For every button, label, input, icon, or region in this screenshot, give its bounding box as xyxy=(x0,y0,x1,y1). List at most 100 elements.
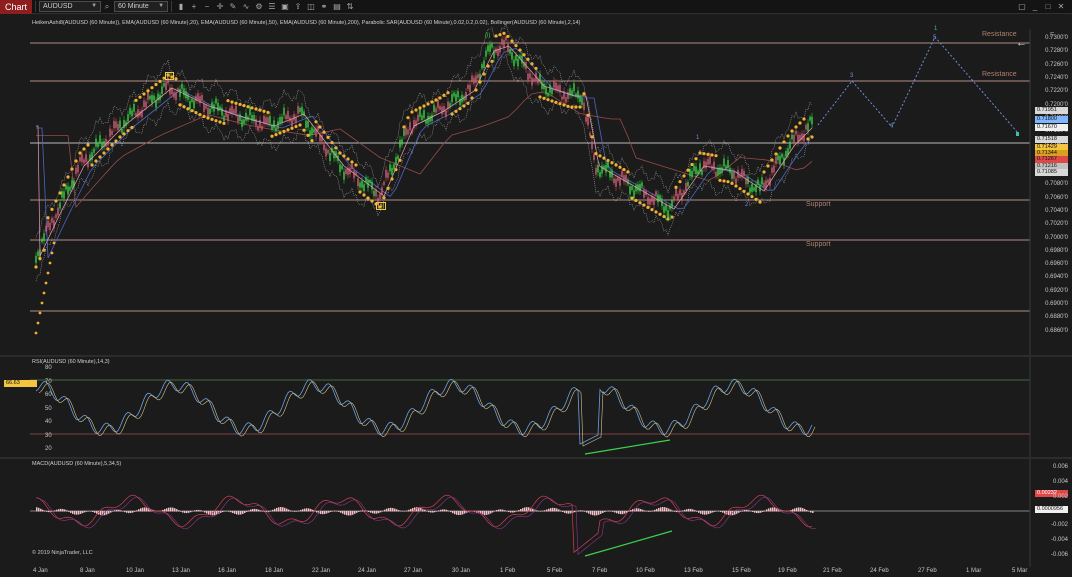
instrument-selector[interactable]: AUDUSD ▼ xyxy=(39,1,102,12)
macd-histogram-bar xyxy=(62,508,64,512)
sar-dot xyxy=(270,134,274,138)
interval-selector[interactable]: 60 Minute ▼ xyxy=(114,1,169,12)
candle-body xyxy=(387,172,389,178)
macd-chart-canvas[interactable] xyxy=(0,459,1072,567)
macd-histogram-bar xyxy=(134,511,136,512)
price-pane[interactable]: HeikenAshi8(AUDUSD (60 Minute)), EMA(AUD… xyxy=(0,15,1072,355)
search-icon[interactable]: ⌕ xyxy=(101,1,113,12)
macd-histogram-bar xyxy=(738,511,740,513)
candle-body xyxy=(329,153,331,161)
candle-body xyxy=(691,170,693,178)
sar-dot xyxy=(482,72,486,76)
candle-body xyxy=(595,167,597,175)
macd-histogram-bar xyxy=(806,510,808,512)
chart-toolbar: Chart AUDUSD ▼ ⌕ 60 Minute ▼ ▮ + − ✛ ✎ ∿… xyxy=(0,0,1072,14)
rsi-chart-canvas[interactable] xyxy=(0,357,1072,457)
layout-icon[interactable]: ▤ xyxy=(331,1,343,12)
bar-style-icon[interactable]: ▮ xyxy=(175,1,187,12)
sar-dot xyxy=(542,96,546,100)
candle-body xyxy=(671,199,673,208)
macd-histogram-bar xyxy=(444,509,446,512)
drawing-tools-icon[interactable]: ✎ xyxy=(227,1,239,12)
macd-histogram-bar xyxy=(206,511,208,514)
time-axis[interactable]: 4 Jan 8 Jan 10 Jan 13 Jan 16 Jan 18 Jan 22 Jan… xyxy=(0,567,1072,577)
macd-histogram-bar xyxy=(358,511,360,512)
indicators-icon[interactable]: ∿ xyxy=(240,1,252,12)
sar-dot xyxy=(302,128,306,132)
sar-dot xyxy=(698,151,702,155)
chart-tab[interactable]: Chart xyxy=(0,0,33,14)
macd-histogram-bar xyxy=(724,511,726,514)
snapshot-icon[interactable]: ▣ xyxy=(279,1,291,12)
sar-dot xyxy=(130,125,134,130)
macd-histogram-bar xyxy=(274,508,276,512)
candle-body xyxy=(531,77,533,86)
candle-body xyxy=(345,169,347,174)
macd-histogram-bar xyxy=(164,509,166,512)
sar-dot xyxy=(606,158,610,163)
candle-body xyxy=(193,100,195,109)
template-icon[interactable]: ◫ xyxy=(305,1,317,12)
macd-histogram-bar xyxy=(438,510,440,512)
maximize-icon[interactable]: □ xyxy=(1042,1,1054,12)
macd-histogram-bar xyxy=(504,510,506,512)
crosshair-icon[interactable]: ✛ xyxy=(214,1,226,12)
macd-histogram-bar xyxy=(440,509,442,512)
sar-dot xyxy=(66,175,70,179)
macd-histogram-bar xyxy=(424,509,426,512)
price-tick-label: 0.7080'0 xyxy=(1045,181,1068,188)
candle-body xyxy=(45,225,47,232)
candle-body xyxy=(51,217,53,223)
sar-dot xyxy=(194,111,198,115)
candle-body xyxy=(521,55,523,64)
candle-body xyxy=(481,64,483,69)
candle-body xyxy=(227,113,229,122)
candle-body xyxy=(777,155,779,161)
macd-histogram-bar xyxy=(746,509,748,512)
macd-histogram-bar xyxy=(764,510,766,512)
price-flag: 0.71267 xyxy=(1035,156,1068,163)
projection-path xyxy=(817,36,1019,134)
macd-histogram-bar xyxy=(386,508,388,512)
sar-dot xyxy=(746,192,750,196)
close-icon[interactable]: ✕ xyxy=(1055,1,1067,12)
macd-histogram-bar xyxy=(292,511,294,512)
sar-dot xyxy=(802,117,806,121)
price-chart-canvas[interactable] xyxy=(0,15,1072,355)
strategies-icon[interactable]: ⚙ xyxy=(253,1,265,12)
sar-dot xyxy=(634,198,638,203)
properties-icon[interactable]: ☰ xyxy=(266,1,278,12)
sar-dot xyxy=(182,105,186,109)
support-label-1: Support xyxy=(806,201,831,208)
back-arrow-icon[interactable]: ← xyxy=(1016,37,1027,49)
macd-histogram-bar xyxy=(800,507,802,512)
sar-dot xyxy=(322,130,326,134)
macd-histogram-bar xyxy=(130,511,132,514)
sar-dot xyxy=(510,39,514,43)
candle-body xyxy=(385,169,387,178)
macd-histogram-bar xyxy=(448,510,450,512)
zoom-out-icon[interactable]: − xyxy=(201,1,213,12)
candle-body xyxy=(209,108,211,115)
candle-body xyxy=(551,89,553,95)
link-icon[interactable]: ⚭ xyxy=(318,1,330,12)
candle-body xyxy=(663,206,665,213)
chart-trader-icon[interactable]: ⇅ xyxy=(344,1,356,12)
share-icon[interactable]: ⇪ xyxy=(292,1,304,12)
macd-histogram-bar xyxy=(74,511,76,515)
candle-body xyxy=(405,128,407,136)
window-menu-icon[interactable]: ▢ xyxy=(1016,1,1028,12)
sar-dot xyxy=(550,99,554,103)
candle-body xyxy=(707,159,709,165)
sar-dot xyxy=(42,291,46,295)
macd-histogram-bar xyxy=(670,509,672,512)
candle-body xyxy=(453,92,455,97)
macd-pane[interactable]: MACD(AUDUSD (60 Minute),5,34,5) 0.00232 … xyxy=(0,459,1072,567)
wave-label-3: 3 xyxy=(850,73,854,79)
rsi-tick-label: 70 xyxy=(45,378,52,385)
zoom-in-icon[interactable]: + xyxy=(188,1,200,12)
time-tick-label: 24 Jan xyxy=(358,568,377,574)
minimize-icon[interactable]: _ xyxy=(1029,1,1041,12)
wave-label-5: 5 xyxy=(933,35,937,41)
rsi-pane[interactable]: RSI(AUDUSD (60 Minute),14,3) 66.63 80 70 6… xyxy=(0,357,1072,457)
